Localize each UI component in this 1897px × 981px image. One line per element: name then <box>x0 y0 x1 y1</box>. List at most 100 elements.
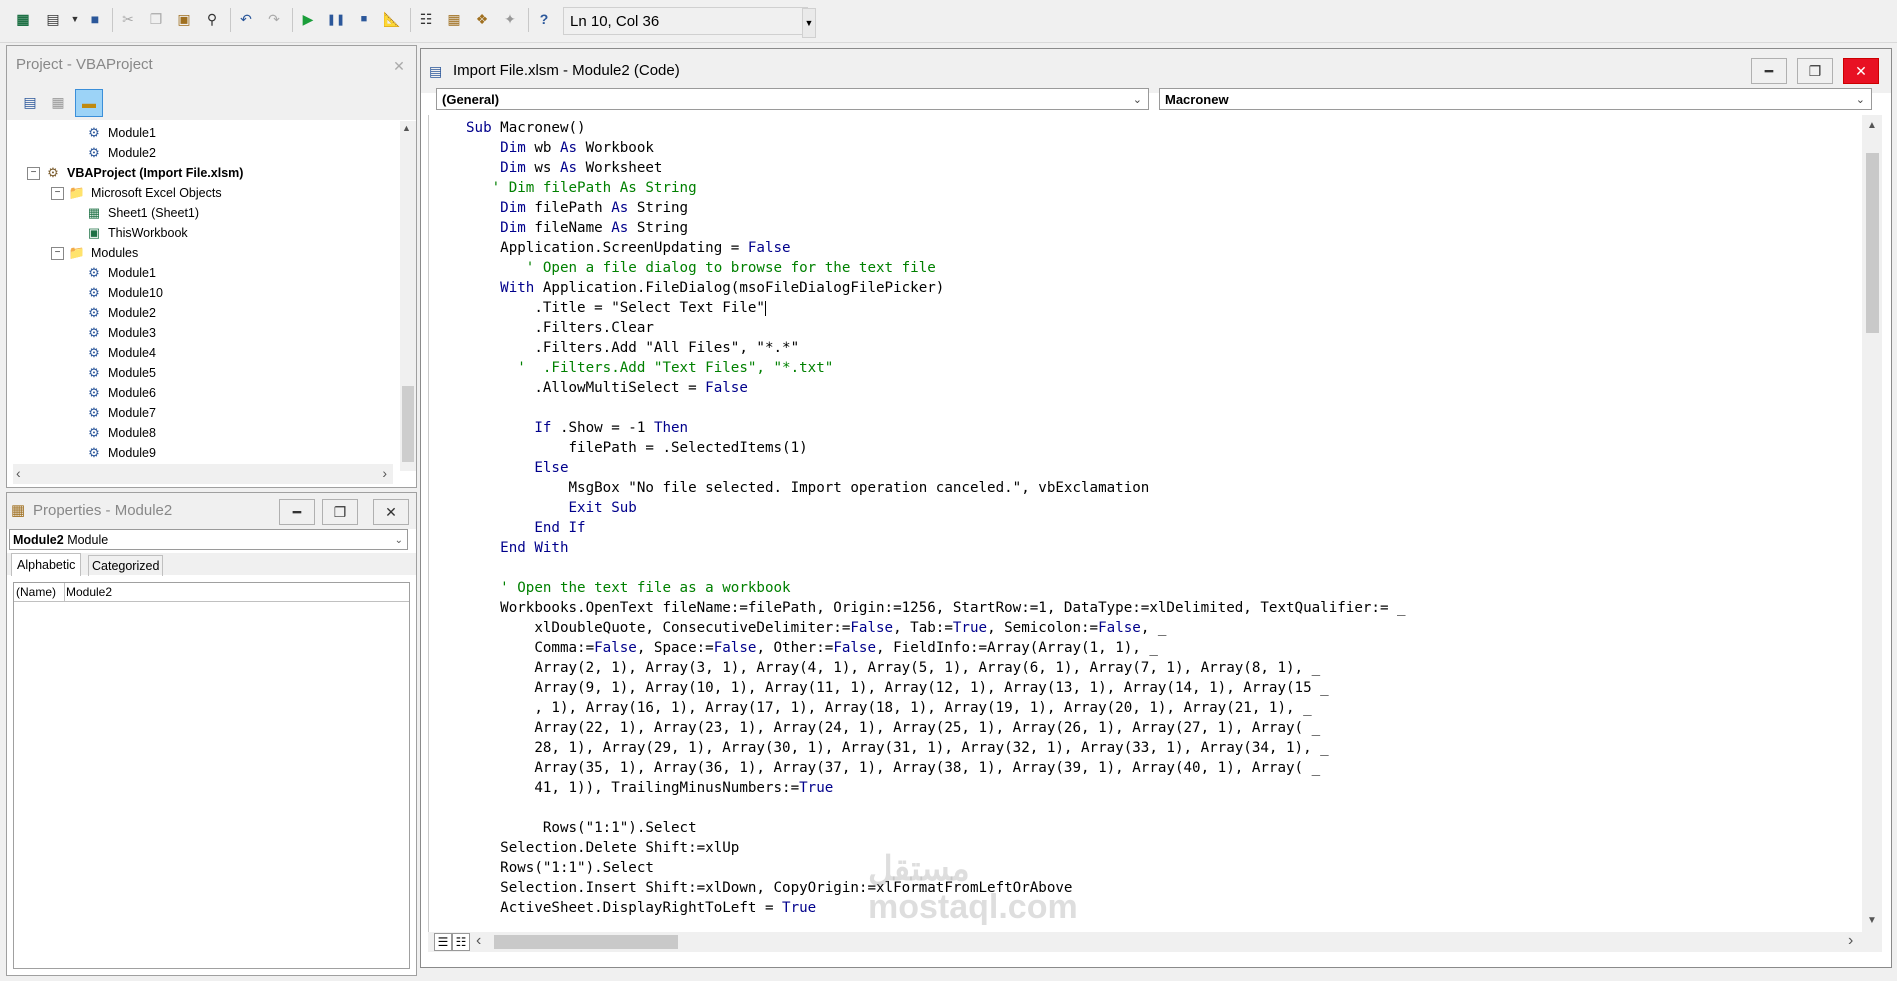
tree-item[interactable]: ⚙ Module9 <box>85 443 156 461</box>
code-line[interactable]: .AllowMultiSelect = False <box>466 378 748 398</box>
scroll-up-icon[interactable]: ▲ <box>402 123 411 133</box>
tree-item[interactable]: ⚙ Module3 <box>85 323 156 343</box>
tree-item[interactable]: ⚙ Module10 <box>85 283 163 303</box>
toolbox-icon[interactable]: ✦ <box>499 8 521 30</box>
code-line[interactable]: ' Dim filePath As String <box>466 178 697 198</box>
full-module-view-icon[interactable]: ☷ <box>452 933 470 951</box>
code-line[interactable]: Rows("1:1").Select <box>466 858 654 878</box>
scroll-left-icon[interactable]: ‹ <box>476 932 481 950</box>
tree-item[interactable]: ▦ Sheet1 (Sheet1) <box>85 203 199 223</box>
procedure-view-icon[interactable]: ☰ <box>434 933 452 951</box>
code-line[interactable]: ' Open a file dialog to browse for the t… <box>466 258 936 278</box>
undo-icon[interactable]: ↶ <box>235 8 257 30</box>
project-tree-vertical-scrollbar[interactable]: ▲ <box>400 121 416 471</box>
cut-icon[interactable]: ✂ <box>117 8 139 30</box>
tab-categorized[interactable]: Categorized <box>88 555 164 576</box>
save-icon[interactable]: ■ <box>84 8 106 30</box>
minimize-icon[interactable]: ━ <box>1751 58 1787 84</box>
code-line[interactable]: Array(22, 1), Array(23, 1), Array(24, 1)… <box>466 718 1320 738</box>
object-selector-dropdown[interactable]: Module2 Module ⌄ <box>9 529 408 550</box>
view-code-icon[interactable]: ▤ <box>17 89 43 115</box>
tree-item[interactable]: ⚙ Module1 <box>85 263 156 283</box>
tree-item[interactable]: − 📁 Microsoft Excel Objects <box>51 183 222 203</box>
redo-icon[interactable]: ↷ <box>263 8 285 30</box>
code-line[interactable]: Rows("1:1").Select <box>466 818 697 838</box>
minimize-icon[interactable]: ━ <box>279 499 315 525</box>
code-line[interactable]: 41, 1)), TrailingMinusNumbers:=True <box>466 778 833 798</box>
procedure-combo[interactable]: Macronew ⌄ <box>1159 88 1872 110</box>
scroll-right-icon[interactable]: › <box>1848 932 1853 950</box>
code-line[interactable]: filePath = .SelectedItems(1) <box>466 438 807 458</box>
project-explorer-icon[interactable]: ☷ <box>415 8 437 30</box>
help-icon[interactable]: ? <box>533 8 555 30</box>
code-line[interactable]: .Title = "Select Text File" <box>466 298 766 318</box>
excel-icon[interactable]: ▦ <box>12 8 34 30</box>
collapse-icon[interactable]: − <box>51 186 64 200</box>
code-line[interactable]: If .Show = -1 Then <box>466 418 688 438</box>
scroll-thumb[interactable] <box>1866 153 1879 333</box>
scroll-left-icon[interactable]: ‹ <box>16 465 21 481</box>
tree-item[interactable]: ⚙ Module8 <box>85 423 156 443</box>
tree-item[interactable]: − ⚙ VBAProject (Import File.xlsm) <box>27 163 243 183</box>
toolbar-options-icon[interactable]: ▼ <box>802 8 816 38</box>
code-line[interactable]: With Application.FileDialog(msoFileDialo… <box>466 278 944 298</box>
scroll-down-icon[interactable]: ▼ <box>1867 915 1877 926</box>
code-line[interactable]: Application.ScreenUpdating = False <box>466 238 790 258</box>
property-name-cell[interactable]: (Name) <box>14 583 65 602</box>
properties-window-icon[interactable]: ▦ <box>443 8 465 30</box>
tree-item[interactable]: ⚙ Module7 <box>85 403 156 423</box>
code-line[interactable]: MsgBox "No file selected. Import operati… <box>466 478 1149 498</box>
code-line[interactable]: End If <box>466 518 585 538</box>
code-line[interactable]: Dim ws As Worksheet <box>466 158 662 178</box>
code-line[interactable]: Comma:=False, Space:=False, Other:=False… <box>466 638 1158 658</box>
tree-item[interactable]: ⚙ Module5 <box>85 363 156 383</box>
tree-item[interactable]: ⚙ Module1 <box>85 123 156 143</box>
code-line[interactable]: Array(35, 1), Array(36, 1), Array(37, 1)… <box>466 758 1320 778</box>
code-line[interactable]: Dim fileName As String <box>466 218 688 238</box>
run-icon[interactable]: ▶ <box>297 8 319 30</box>
restore-icon[interactable]: ❐ <box>322 499 358 525</box>
restore-icon[interactable]: ❐ <box>1797 58 1833 84</box>
close-icon[interactable]: ✕ <box>373 499 409 525</box>
close-icon[interactable]: ✕ <box>1843 58 1879 84</box>
code-line[interactable]: Exit Sub <box>466 498 636 518</box>
tree-item[interactable]: ⚙ Module6 <box>85 383 156 403</box>
code-line[interactable]: , 1), Array(16, 1), Array(17, 1), Array(… <box>466 698 1311 718</box>
code-line[interactable]: Sub Macronew() <box>466 118 586 138</box>
break-icon[interactable]: ❚❚ <box>325 8 347 30</box>
code-line[interactable]: Else <box>466 458 568 478</box>
tree-item[interactable]: ▣ ThisWorkbook <box>85 223 188 243</box>
code-line[interactable]: Dim wb As Workbook <box>466 138 654 158</box>
object-combo[interactable]: (General) ⌄ <box>436 88 1149 110</box>
code-line[interactable]: xlDoubleQuote, ConsecutiveDelimiter:=Fal… <box>466 618 1166 638</box>
object-browser-icon[interactable]: ❖ <box>471 8 493 30</box>
code-editor[interactable]: Sub Macronew() Dim wb As Workbook Dim ws… <box>428 115 1863 932</box>
dropdown-arrow-icon[interactable]: ▼ <box>64 8 86 30</box>
horizontal-scroll-thumb[interactable] <box>494 935 678 949</box>
close-icon[interactable]: ✕ <box>388 55 410 77</box>
code-line[interactable]: .Filters.Add "All Files", "*.*" <box>466 338 799 358</box>
code-vertical-scrollbar[interactable]: ▲ ▼ <box>1862 115 1882 932</box>
project-tree-horizontal-scrollbar[interactable]: ‹ › <box>13 464 393 484</box>
code-line[interactable]: Selection.Delete Shift:=xlUp <box>466 838 739 858</box>
tree-item[interactable]: ⚙ Module2 <box>85 303 156 323</box>
design-mode-icon[interactable]: 📐 <box>381 8 403 30</box>
scroll-up-icon[interactable]: ▲ <box>1867 120 1877 131</box>
property-value-cell[interactable]: Module2 <box>64 583 409 602</box>
insert-userform-icon[interactable]: ▤ <box>42 8 64 30</box>
code-line[interactable]: Array(9, 1), Array(10, 1), Array(11, 1),… <box>466 678 1328 698</box>
code-line[interactable]: ' Open the text file as a workbook <box>466 578 790 598</box>
reset-icon[interactable]: ■ <box>353 8 375 30</box>
code-line[interactable]: Array(2, 1), Array(3, 1), Array(4, 1), A… <box>466 658 1320 678</box>
paste-icon[interactable]: ▣ <box>173 8 195 30</box>
scroll-thumb[interactable] <box>402 386 414 462</box>
code-line[interactable]: Workbooks.OpenText fileName:=filePath, O… <box>466 598 1405 618</box>
collapse-icon[interactable]: − <box>51 246 64 260</box>
toggle-folders-icon[interactable]: ▬ <box>75 89 103 117</box>
code-line[interactable]: 28, 1), Array(29, 1), Array(30, 1), Arra… <box>466 738 1328 758</box>
code-line[interactable]: Dim filePath As String <box>466 198 688 218</box>
tree-item[interactable]: ⚙ Module2 <box>85 143 156 163</box>
tree-item[interactable]: ⚙ Module4 <box>85 343 156 363</box>
collapse-icon[interactable]: − <box>27 166 40 180</box>
find-icon[interactable]: ⚲ <box>201 8 223 30</box>
